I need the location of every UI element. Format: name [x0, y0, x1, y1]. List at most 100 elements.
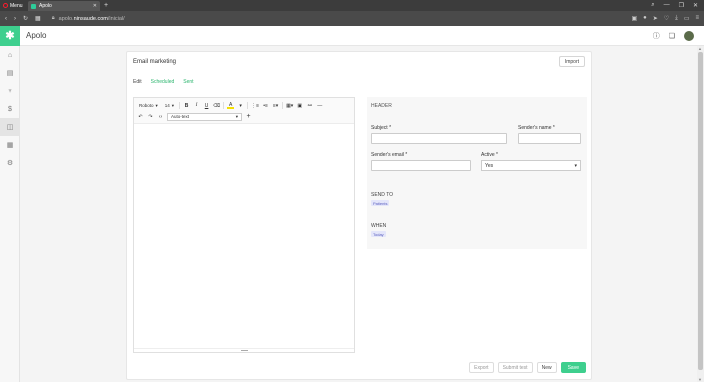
email-marketing-card: Email marketing Import Edit Scheduled Se… [126, 51, 592, 380]
font-family-value: Roboto [139, 103, 154, 108]
scrollbar-thumb[interactable] [698, 52, 703, 370]
forward-icon[interactable]: › [14, 16, 16, 22]
table-icon: ▦ [6, 142, 14, 149]
browser-search-icon[interactable]: ⌕ [651, 2, 654, 9]
code-view-icon[interactable]: ‹› [157, 113, 164, 120]
active-label: Active * [481, 152, 498, 158]
image-icon[interactable]: ▣ [296, 102, 303, 109]
rich-text-editor: Roboto ▾ 14 ▾ B I U ⌫ A ▾ ⋮≡ •≡ ≡▾ ▦▾ ▣ ⚯ … [133, 97, 355, 353]
sidebar-item-clinical[interactable]: ♆ [0, 82, 20, 100]
submit-test-button[interactable]: Submit test [497, 362, 533, 373]
sidebar-item-marketing[interactable]: ◫ [0, 118, 20, 136]
sender-name-field[interactable] [518, 133, 581, 144]
when-section: WHEN Today [367, 220, 587, 245]
toolbar-divider [179, 102, 181, 109]
header-label: HEADER [371, 103, 392, 109]
import-button[interactable]: Import [558, 56, 585, 67]
heart-icon[interactable]: ♡ [664, 15, 669, 22]
font-size-select[interactable]: 14 ▾ [163, 102, 176, 109]
battery-icon[interactable]: ▭ [684, 15, 690, 22]
restore-icon[interactable]: ❐ [679, 2, 684, 9]
sidebar-item-finance[interactable]: $ [0, 100, 20, 118]
font-family-select[interactable]: Roboto ▾ [137, 102, 160, 109]
sidebar-item-reports[interactable]: ▦ [0, 136, 20, 154]
tab-edit[interactable]: Edit [133, 79, 142, 85]
minimize-icon[interactable]: — [664, 2, 670, 9]
save-button[interactable]: Save [560, 362, 586, 373]
scroll-up-icon[interactable]: ▲ [698, 46, 702, 51]
browser-extensions: ▣ ● ➤ ♡ ⤓ ▭ ≡ [631, 15, 699, 22]
font-size-value: 14 [164, 103, 170, 108]
highlight-color-icon[interactable]: A [227, 102, 235, 109]
subject-field[interactable] [371, 133, 507, 144]
sender-email-field[interactable] [371, 160, 471, 171]
link-icon[interactable]: ⚯ [306, 102, 313, 109]
lock-icon: 🔒︎ [51, 15, 55, 21]
close-window-icon[interactable]: ✕ [693, 2, 698, 9]
sidebar-item-calendar[interactable]: ▤ [0, 64, 20, 82]
italic-icon[interactable]: I [193, 102, 200, 109]
extension-icon[interactable]: ● [643, 15, 647, 22]
send-icon[interactable]: ➤ [653, 15, 658, 22]
auto-text-placeholder: Auto-text [171, 114, 190, 119]
audience-chip[interactable]: Patients [371, 200, 390, 206]
schedule-chip[interactable]: Today [371, 231, 386, 237]
active-select[interactable]: Yes ▾ [481, 160, 581, 171]
camera-icon[interactable]: ▣ [631, 15, 637, 22]
header-actions: ⓘ ❏ [653, 30, 704, 41]
sidebar-item-home[interactable]: ⌂ [0, 46, 20, 64]
easy-setup-icon[interactable]: ≡ [695, 15, 699, 22]
underline-icon[interactable]: U [203, 102, 210, 109]
chevron-down-icon: ▾ [155, 102, 158, 108]
horizontal-rule-icon[interactable]: — [316, 102, 323, 109]
editor-resize-handle[interactable] [134, 348, 354, 352]
gear-icon: ⚙ [6, 160, 14, 167]
back-icon[interactable]: ‹ [5, 16, 7, 22]
page-scrollbar[interactable]: ▲ ▼ [697, 46, 704, 382]
auto-text-select[interactable]: Auto-text ▾ [167, 112, 242, 121]
favicon-icon [31, 3, 36, 9]
stethoscope-icon: ♆ [7, 87, 13, 95]
sidebar: ⌂ ▤ ♆ $ ◫ ▦ ⚙ [0, 46, 20, 382]
ordered-list-icon[interactable]: ⋮≡ [251, 102, 259, 109]
chevron-down-icon[interactable]: ▾ [237, 102, 244, 109]
toolbar-divider [247, 102, 249, 109]
new-tab-icon[interactable]: + [104, 2, 108, 9]
undo-icon[interactable]: ↶ [137, 113, 144, 120]
toolbar-divider [223, 102, 225, 109]
help-icon[interactable]: ⓘ [653, 31, 660, 41]
browser-tab[interactable]: Apolo ✕ [28, 1, 100, 11]
export-button[interactable]: Export [469, 362, 494, 373]
bold-icon[interactable]: B [183, 102, 190, 109]
browser-menu-button[interactable]: Menu [0, 0, 26, 11]
window-controls: ⌕ — ❐ ✕ [651, 2, 704, 9]
scroll-down-icon[interactable]: ▼ [698, 377, 702, 382]
tab-scheduled[interactable]: Scheduled [151, 79, 175, 85]
chat-icon[interactable]: ❏ [669, 32, 675, 40]
align-icon[interactable]: ≡▾ [272, 102, 279, 109]
app-logo-icon[interactable]: ✱ [0, 25, 20, 46]
app-header: ✱ Apolo ⓘ ❏ [0, 25, 704, 46]
speed-dial-icon[interactable]: ▦ [35, 15, 41, 22]
browser-address-bar: ‹ › ↻ ▦ 🔒︎ apolo.ninsaude.com/inicial/ ▣… [0, 11, 704, 26]
table-icon[interactable]: ▦▾ [286, 102, 293, 109]
redo-icon[interactable]: ↷ [147, 113, 154, 120]
insert-plus-icon[interactable]: + [245, 113, 252, 120]
editor-content-area[interactable] [134, 124, 354, 350]
sender-email-label: Sender's email * [371, 152, 408, 158]
eraser-icon[interactable]: ⌫ [213, 102, 220, 109]
unordered-list-icon[interactable]: •≡ [262, 102, 269, 109]
chevron-down-icon: ▾ [574, 162, 577, 169]
chevron-down-icon: ▾ [171, 102, 175, 108]
avatar[interactable] [684, 30, 694, 41]
close-tab-icon[interactable]: ✕ [93, 3, 97, 9]
toolbar-divider [282, 102, 284, 109]
browser-tab-bar: Menu Apolo ✕ + ⌕ — ❐ ✕ [0, 0, 704, 11]
new-button[interactable]: New [536, 362, 557, 373]
reload-icon[interactable]: ↻ [23, 15, 28, 22]
download-icon[interactable]: ⤓ [675, 15, 678, 22]
url-field[interactable]: 🔒︎ apolo.ninsaude.com/inicial/ [52, 15, 125, 22]
browser-tab-title: Apolo [39, 3, 52, 9]
sidebar-item-settings[interactable]: ⚙ [0, 154, 20, 172]
tab-sent[interactable]: Sent [183, 79, 193, 85]
